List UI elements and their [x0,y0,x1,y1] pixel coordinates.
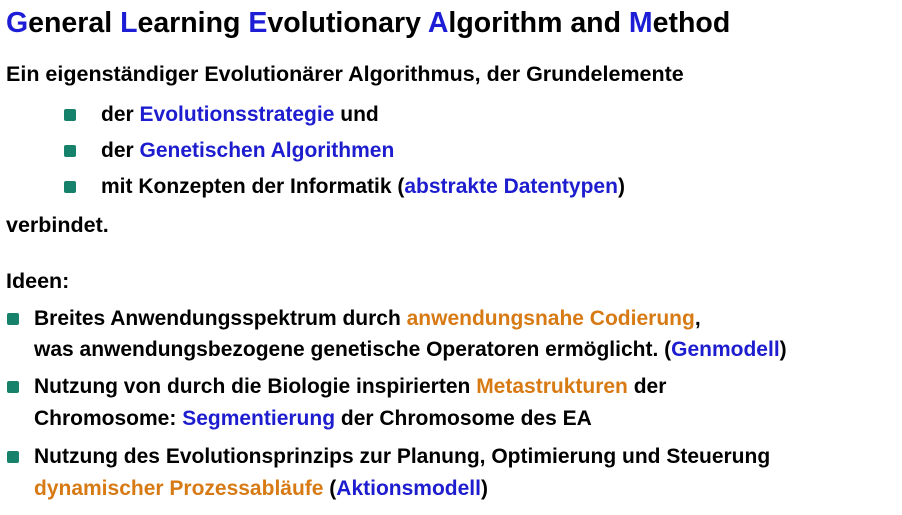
bullet-icon [7,381,19,393]
sub-item-highlight: abstrakte Datentypen [404,175,618,198]
idea-3-line-1: Nutzung des Evolutionsprinzips zur Planu… [34,443,770,471]
idea-highlight: Aktionsmodell [336,477,481,500]
bullet-icon [7,313,19,325]
sub-item-2: der Genetischen Algorithmen [101,137,394,165]
idea-text: was anwendungsbezogene genetische Operat… [34,338,672,361]
slide-title: General Learning Evolutionary Algorithm … [6,4,730,42]
bullet-icon [64,181,76,193]
sub-item-text: mit Konzepten der Informatik ( [101,175,405,198]
title-initial-m: M [628,7,653,39]
idea-highlight: Segmentierung [182,407,336,430]
bullet-icon [64,109,76,121]
sub-item-highlight: Evolutionsstrategie [139,103,335,126]
idea-text: , [694,307,701,330]
idea-highlight: Metastrukturen [476,375,628,398]
bullet-icon [64,145,76,157]
sub-item-text: ) [617,175,625,198]
sub-item-text: der [101,139,140,162]
sub-item-1: der Evolutionsstrategie und [101,101,379,129]
idea-text: Nutzung des Evolutionsprinzips zur Planu… [34,445,771,468]
idea-highlight: dynamischer Prozessabläufe [34,477,324,500]
idea-3-line-2: dynamischer Prozessabläufe (Aktionsmodel… [34,475,488,503]
idea-2-line-1: Nutzung von durch die Biologie inspirier… [34,373,666,401]
idea-1-line-1: Breites Anwendungsspektrum durch anwendu… [34,305,701,333]
idea-highlight: anwendungsnahe Codierung [406,307,695,330]
outro-text: verbindet. [6,213,109,237]
title-part-e: volutionary [267,7,428,39]
sub-item-3: mit Konzepten der Informatik (abstrakte … [101,173,625,201]
title-part-m: ethod [652,7,731,39]
idea-text: Breites Anwendungsspektrum durch [34,307,407,330]
bullet-icon [7,451,19,463]
title-initial-l: L [120,7,138,39]
idea-2-line-2: Chromosome: Segmentierung der Chromosome… [34,405,592,433]
idea-text: der Chromosome des EA [335,407,592,430]
sub-item-highlight: Genetischen Algorithmen [139,139,395,162]
idea-1-line-2: was anwendungsbezogene genetische Operat… [34,336,787,364]
title-part-a: lgorithm and [448,7,629,39]
idea-text: Chromosome: [34,407,183,430]
sub-item-text: der [101,103,140,126]
idea-text: der [627,375,667,398]
idea-highlight: Genmodell [671,338,780,361]
idea-text: ) [779,338,787,361]
title-part-g: eneral [28,7,121,39]
idea-text: Nutzung von durch die Biologie inspirier… [34,375,477,398]
intro-text: Ein eigenständiger Evolutionärer Algorit… [6,62,684,86]
title-part-l: earning [137,7,249,39]
ideas-heading: Ideen: [6,269,70,293]
idea-text: ( [323,477,337,500]
idea-text: ) [480,477,488,500]
sub-item-text: und [334,103,379,126]
title-initial-e: E [248,7,268,39]
title-initial-a: A [427,7,449,39]
title-initial-g: G [6,7,29,39]
